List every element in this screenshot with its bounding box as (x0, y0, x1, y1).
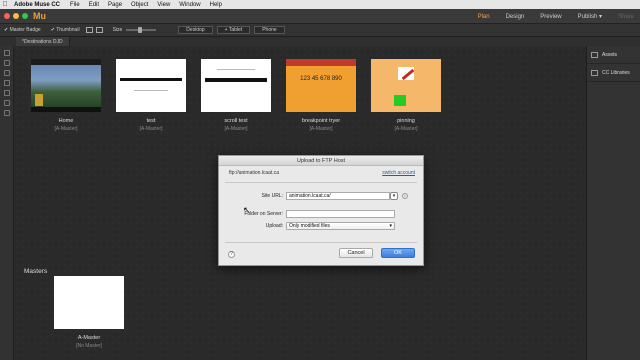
upload-select-value: Only modified files (289, 223, 330, 229)
upload-label: Upload: (265, 223, 283, 229)
cancel-button[interactable]: Cancel (339, 248, 373, 258)
page-test[interactable]: test [A-Master] (116, 59, 186, 132)
master-name: A-Master (77, 335, 101, 341)
master-badge-checkbox[interactable]: ✔ Master Badge (4, 27, 41, 33)
menu-edit[interactable]: Edit (89, 2, 99, 8)
site-url-dropdown-icon[interactable]: ▾ (390, 192, 398, 200)
mode-plan[interactable]: Plan (478, 14, 490, 20)
chevron-down-icon: ▾ (389, 223, 392, 229)
master-a[interactable]: A-Master [No Master] (54, 276, 124, 349)
menu-help[interactable]: Help (210, 2, 222, 8)
muse-logo: Mu (33, 11, 46, 21)
folder-label: Folder on Server: (244, 211, 283, 217)
crop-tool-icon[interactable] (4, 60, 10, 66)
mac-menubar:  Adobe Muse CC File Edit Page Object Vi… (0, 0, 640, 9)
app-menu[interactable]: Adobe Muse CC (14, 2, 60, 8)
thumbnail-checkbox[interactable]: ✔ Thumbnail (51, 27, 80, 33)
page-master: [A-Master] (54, 126, 78, 132)
desktop-layout-button[interactable]: Desktop (178, 26, 213, 34)
page-name: test (146, 118, 156, 124)
menu-file[interactable]: File (70, 2, 80, 8)
page-thumbnail[interactable] (116, 59, 186, 112)
switch-account-link[interactable]: switch account (382, 170, 415, 176)
assets-label: Assets (602, 51, 618, 58)
cc-libraries-icon (591, 69, 598, 76)
minimize-window-icon[interactable] (13, 13, 19, 19)
page-thumbnail[interactable] (31, 59, 101, 112)
site-url-field[interactable]: animation.lcaat.ca/ (286, 192, 390, 200)
folder-on-server-field[interactable] (286, 210, 395, 218)
page-name: Home (58, 118, 74, 124)
menu-view[interactable]: View (157, 2, 170, 8)
site-url-label: Site URL: (261, 193, 283, 199)
right-panel: Assets CC Libraries (586, 46, 640, 360)
window-controls (4, 13, 31, 19)
zoom-tool-icon[interactable] (4, 110, 10, 116)
master-thumbnail[interactable] (54, 276, 124, 329)
selection-tool-icon[interactable] (4, 50, 10, 56)
page-thumbnail[interactable] (201, 59, 271, 112)
page-breakpoint-tryer[interactable]: 123 45 678 890 breakpoint tryer [A-Maste… (286, 59, 356, 132)
info-icon[interactable]: i (402, 193, 408, 199)
app-header: Mu Plan Design Preview Publish ▾ Share (0, 9, 640, 24)
page-thumbnail[interactable]: 123 45 678 890 (286, 59, 356, 112)
page-name: pinning (397, 118, 415, 124)
page-master: [A-Master] (309, 126, 333, 132)
plan-toolbar: ✔ Master Badge ✔ Thumbnail Size Desktop … (0, 24, 640, 37)
master-parent: [No Master] (76, 343, 102, 349)
phone-layout-button[interactable]: Phone (254, 26, 285, 34)
page-home[interactable]: Home [A-Master] (31, 59, 101, 132)
page-name: breakpoint tryer (301, 118, 341, 124)
page-master: [A-Master] (139, 126, 163, 132)
dialog-title: Upload to FTP Host (219, 156, 423, 166)
mode-publish[interactable]: Publish ▾ (578, 13, 602, 20)
help-button[interactable]: ? (228, 251, 235, 258)
page-thumbnail[interactable] (371, 59, 441, 112)
document-tabs: *Destinations DJD (0, 37, 640, 46)
menu-object[interactable]: Object (131, 2, 148, 8)
menu-page[interactable]: Page (108, 2, 122, 8)
assets-icon (591, 51, 598, 58)
cc-libraries-panel-tab[interactable]: CC Libraries (587, 64, 640, 82)
page-scroll-test[interactable]: scroll test [A-Master] (201, 59, 271, 132)
grid-view-icon[interactable] (95, 27, 103, 33)
tools-panel (0, 46, 14, 360)
close-window-icon[interactable] (4, 13, 10, 19)
mode-design[interactable]: Design (506, 14, 525, 20)
text-tool-icon[interactable] (4, 70, 10, 76)
cc-libraries-label: CC Libraries (602, 69, 630, 76)
menu-window[interactable]: Window (179, 2, 200, 8)
hand-tool-icon[interactable] (4, 100, 10, 106)
tab-destinations[interactable]: *Destinations DJD (16, 37, 70, 46)
mode-switcher: Plan Design Preview Publish ▾ Share (462, 9, 634, 24)
page-master: [A-Master] (394, 126, 418, 132)
rectangle-tool-icon[interactable] (4, 80, 10, 86)
ftp-host-label: ftp://animation.lcaat.ca (229, 170, 280, 176)
ok-button[interactable]: OK (381, 248, 415, 258)
zoom-window-icon[interactable] (22, 13, 28, 19)
apple-icon[interactable]:  (0, 1, 10, 8)
tablet-layout-button[interactable]: + Tablet (216, 26, 251, 34)
mouse-cursor-icon: ↖ (243, 205, 251, 215)
page-pinning[interactable]: pinning [A-Master] (371, 59, 441, 132)
thumb-text: 123 45 678 890 (300, 76, 342, 82)
page-master: [A-Master] (224, 126, 248, 132)
mode-share[interactable]: Share (618, 14, 634, 20)
assets-panel-tab[interactable]: Assets (587, 46, 640, 64)
masters-heading: Masters (24, 268, 48, 275)
ellipse-tool-icon[interactable] (4, 90, 10, 96)
dialog-divider (225, 242, 417, 243)
size-label: Size (112, 27, 123, 33)
mode-preview[interactable]: Preview (540, 14, 561, 20)
upload-select[interactable]: Only modified files ▾ (286, 222, 395, 230)
size-slider[interactable] (126, 27, 157, 33)
dialog-divider (225, 182, 417, 183)
page-name: scroll test (224, 118, 248, 124)
sitemap-icon[interactable] (85, 27, 93, 33)
